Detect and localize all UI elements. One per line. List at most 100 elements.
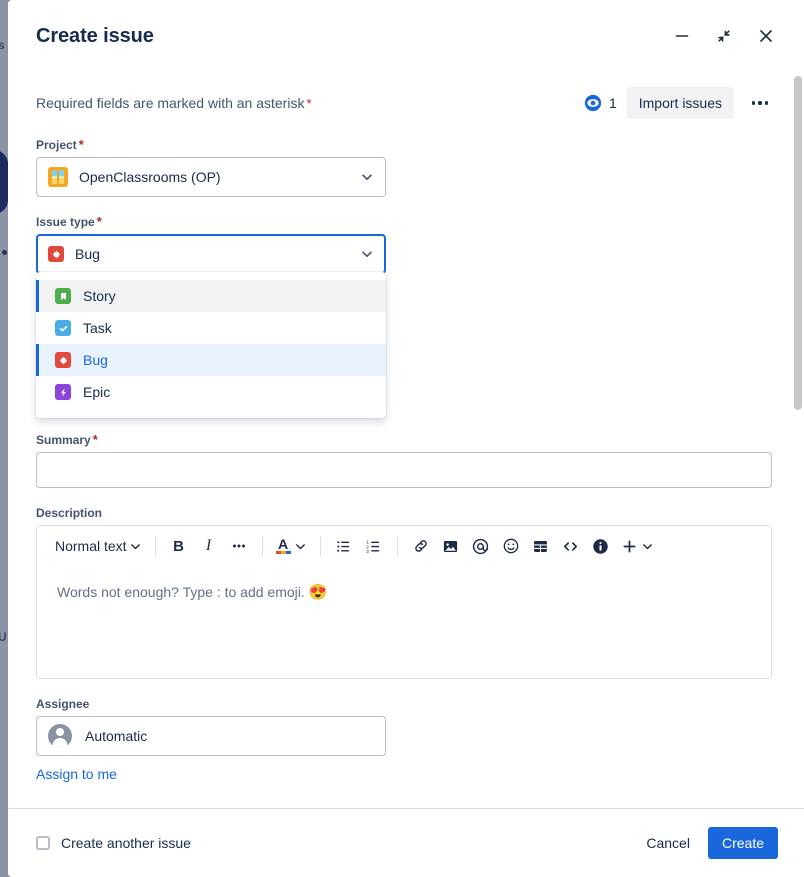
task-icon — [55, 320, 71, 336]
description-placeholder: Words not enough? Type : to add emoji. 😍 — [57, 582, 751, 603]
description-textarea[interactable]: Words not enough? Type : to add emoji. 😍 — [37, 566, 771, 678]
editor-toolbar: Normal text B I A 1 2 3 — [37, 526, 771, 566]
project-required-asterisk: * — [78, 137, 84, 152]
toolbar-divider — [261, 536, 263, 556]
background-text-mid: U — [0, 630, 7, 644]
toolbar-divider — [319, 536, 321, 556]
table-icon — [534, 540, 548, 552]
issue-type-option-bug[interactable]: Bug — [36, 344, 386, 376]
cancel-button[interactable]: Cancel — [634, 827, 702, 859]
chevron-down-icon — [359, 169, 375, 185]
scrollbar-thumb[interactable] — [794, 76, 802, 410]
project-value: OpenClassrooms (OP) — [79, 169, 221, 185]
text-style-dropdown[interactable]: Normal text — [45, 532, 146, 560]
background-dot — [2, 250, 7, 255]
issue-type-option-story[interactable]: Story — [36, 280, 386, 312]
ellipsis-icon — [232, 544, 245, 548]
required-fields-row: Required fields are marked with an aster… — [36, 83, 776, 123]
project-select[interactable]: OpenClassrooms (OP) — [36, 157, 386, 197]
image-icon — [443, 540, 458, 552]
summary-label-text: Summary — [36, 433, 91, 447]
text-color-button[interactable]: A — [272, 532, 311, 560]
numbered-list-button[interactable]: 1 2 3 — [360, 532, 388, 560]
create-issue-modal: Create issue Required fields are marked … — [8, 0, 804, 877]
issue-type-option-task[interactable]: Task — [36, 312, 386, 344]
issue-type-option-epic[interactable]: Epic — [36, 376, 386, 408]
emoji-button[interactable] — [497, 532, 525, 560]
chevron-down-icon — [642, 543, 652, 549]
assignee-label: Assignee — [36, 697, 90, 711]
table-button[interactable] — [527, 532, 555, 560]
assignee-value: Automatic — [85, 728, 148, 744]
required-fields-text: Required fields are marked with an aster… — [36, 94, 305, 111]
numbered-list-icon: 1 2 3 — [366, 539, 380, 555]
issue-type-option-label: Epic — [83, 384, 111, 400]
required-asterisk: * — [306, 95, 312, 111]
watch-button[interactable]: 1 — [584, 94, 617, 112]
code-icon — [564, 541, 578, 551]
chevron-down-icon — [295, 543, 305, 549]
summary-field: Summary * — [36, 432, 776, 488]
issue-type-option-label: Story — [83, 288, 116, 304]
info-panel-button[interactable] — [587, 532, 615, 560]
create-another-issue-label: Create another issue — [61, 835, 191, 851]
italic-icon: I — [205, 537, 212, 554]
background-nav-blob — [0, 150, 8, 214]
modal-scrollbar[interactable] — [793, 76, 803, 806]
create-another-issue-checkbox[interactable]: Create another issue — [36, 835, 191, 851]
description-field: Description Normal text B I A 1 2 3 Word… — [36, 505, 776, 679]
assignee-select[interactable]: Automatic — [36, 716, 386, 756]
italic-button[interactable]: I — [195, 532, 223, 560]
assign-to-me-link[interactable]: Assign to me — [36, 766, 117, 782]
minimize-icon[interactable] — [666, 20, 698, 52]
code-button[interactable] — [557, 532, 585, 560]
project-label: Project * — [36, 137, 776, 153]
checkbox-icon — [36, 836, 50, 850]
eye-icon — [584, 94, 602, 112]
window-controls — [666, 20, 782, 52]
plus-icon — [623, 539, 636, 553]
project-field: Project * OpenClassrooms (OP) — [36, 137, 776, 197]
issue-type-field: Issue type * Bug — [36, 214, 776, 274]
background-text-top: s — [0, 38, 5, 52]
toolbar-divider — [396, 536, 398, 556]
modal-body: Required fields are marked with an aster… — [8, 74, 804, 808]
description-label: Description — [36, 506, 103, 520]
footer-actions: Cancel Create — [634, 827, 778, 859]
user-avatar-icon — [48, 724, 72, 748]
link-button[interactable] — [407, 532, 435, 560]
collapse-icon[interactable] — [708, 20, 740, 52]
summary-input[interactable] — [36, 452, 772, 488]
issue-type-dropdown-menu: Story Task Bug Epic — [36, 272, 386, 418]
modal-header: Create issue — [8, 0, 804, 74]
bold-icon: B — [173, 537, 184, 555]
modal-footer: Create another issue Cancel Create — [8, 808, 804, 877]
project-label-text: Project — [36, 138, 77, 152]
required-fields-note: Required fields are marked with an aster… — [36, 93, 312, 114]
issue-type-select[interactable]: Bug — [36, 234, 386, 274]
text-color-icon: A — [275, 537, 291, 554]
import-issues-button[interactable]: Import issues — [626, 87, 734, 119]
more-formatting-button[interactable] — [225, 532, 253, 560]
image-button[interactable] — [437, 532, 465, 560]
epic-icon — [55, 384, 71, 400]
issue-type-label-text: Issue type — [36, 215, 95, 229]
text-style-label: Normal text — [55, 538, 127, 554]
bullet-list-button[interactable] — [330, 532, 358, 560]
link-icon — [414, 540, 427, 552]
close-icon[interactable] — [750, 20, 782, 52]
chevron-down-icon — [359, 246, 375, 262]
mention-icon — [472, 538, 489, 554]
more-actions-icon[interactable] — [744, 87, 776, 119]
issue-type-value: Bug — [75, 246, 100, 262]
create-button[interactable]: Create — [707, 827, 778, 859]
insert-more-button[interactable] — [617, 532, 658, 560]
summary-label: Summary * — [36, 432, 776, 448]
info-icon — [593, 538, 608, 554]
bold-button[interactable]: B — [165, 532, 193, 560]
description-placeholder-text: Words not enough? Type : to add emoji. — [57, 584, 305, 600]
story-icon — [55, 288, 71, 304]
issue-type-option-label: Task — [83, 320, 112, 336]
toolbar-divider — [154, 536, 156, 556]
mention-button[interactable] — [467, 532, 495, 560]
